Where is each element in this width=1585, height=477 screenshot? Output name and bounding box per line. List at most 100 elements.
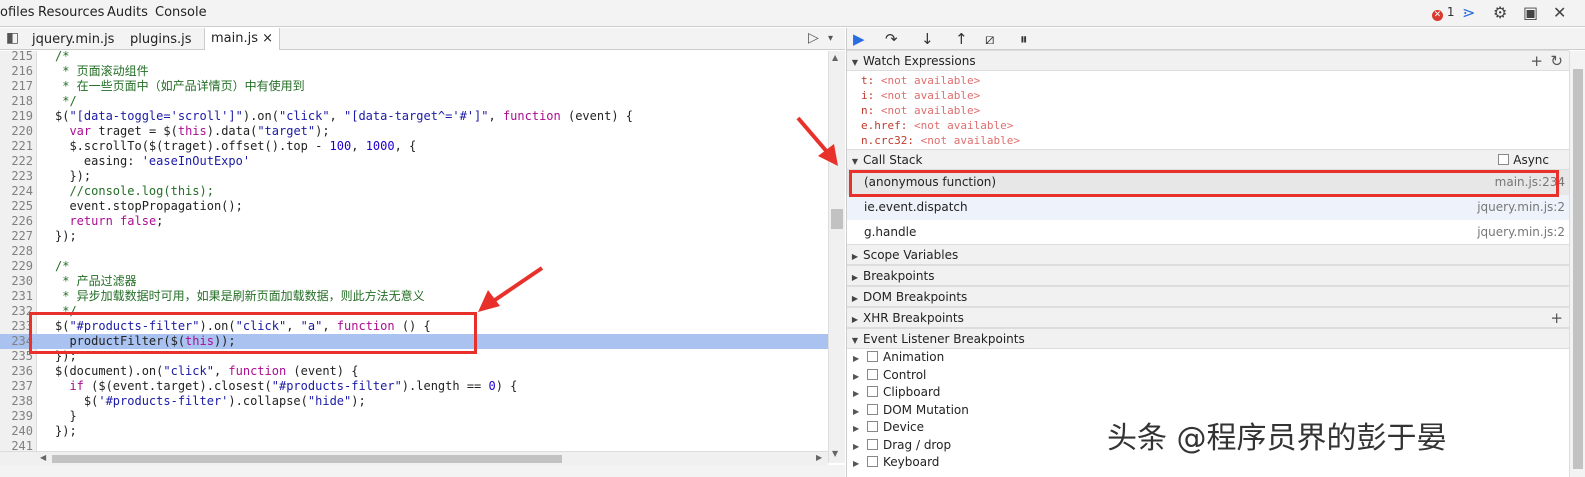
- scroll-right-icon[interactable]: ▶: [816, 453, 822, 462]
- event-listener-category[interactable]: ▶ Keyboard: [853, 454, 939, 471]
- line-number[interactable]: 228: [0, 244, 33, 259]
- code-line[interactable]: 237 if ($(event.target).closest("#produc…: [0, 379, 828, 394]
- code-line[interactable]: 222 easing: 'easeInOutExpo': [0, 154, 828, 169]
- code-line[interactable]: 240});: [0, 424, 828, 439]
- collapsed-triangle-icon[interactable]: ▶: [853, 385, 863, 402]
- line-number[interactable]: 221: [0, 139, 33, 154]
- toggle-navigator-icon[interactable]: ◧: [6, 30, 19, 46]
- menu-console[interactable]: Console: [155, 5, 207, 20]
- sidebar-scroll-thumb[interactable]: [1573, 69, 1583, 469]
- line-number[interactable]: 223: [0, 169, 33, 184]
- event-listener-category[interactable]: ▶ Clipboard: [853, 384, 940, 401]
- line-number[interactable]: 238: [0, 394, 33, 409]
- line-number[interactable]: 216: [0, 64, 33, 79]
- category-checkbox[interactable]: [867, 438, 878, 450]
- code-line[interactable]: 231 * 异步加载数据时可用，如果是刷新页面加载数据，则此方法无意义: [0, 289, 828, 304]
- scroll-left-icon[interactable]: ◀: [40, 453, 46, 462]
- tab-plugins-js[interactable]: plugins.js: [130, 32, 192, 47]
- event-listener-category[interactable]: ▶ DOM Mutation: [853, 402, 969, 419]
- async-checkbox[interactable]: [1498, 154, 1510, 165]
- tab-overflow-icon[interactable]: ▾: [828, 33, 833, 44]
- tab-main-js[interactable]: main.js ×: [204, 28, 281, 50]
- event-listener-category[interactable]: ▶ Device: [853, 419, 924, 436]
- pause-on-exceptions-icon[interactable]: ⏸: [1020, 30, 1028, 48]
- scroll-thumb[interactable]: [831, 209, 843, 229]
- call-frame[interactable]: ie.event.dispatch jquery.min.js:2: [847, 195, 1569, 220]
- toggle-debugger-icon[interactable]: ▷: [808, 30, 819, 46]
- watch-item[interactable]: i: <not available>: [861, 88, 980, 103]
- refresh-icon[interactable]: ↻: [1550, 51, 1563, 71]
- code-line[interactable]: 230 * 产品过滤器: [0, 274, 828, 289]
- line-number[interactable]: 226: [0, 214, 33, 229]
- code-line[interactable]: 226 return false;: [0, 214, 828, 229]
- editor-horizontal-scrollbar[interactable]: ◀ ▶: [0, 451, 828, 465]
- collapsed-triangle-icon[interactable]: ▶: [853, 455, 863, 472]
- line-number[interactable]: 217: [0, 79, 33, 94]
- collapsed-triangle-icon[interactable]: ▶: [853, 420, 863, 437]
- line-number[interactable]: 215: [0, 51, 33, 64]
- line-number[interactable]: 236: [0, 364, 33, 379]
- line-number[interactable]: 218: [0, 94, 33, 109]
- collapsed-triangle-icon[interactable]: ▶: [853, 438, 863, 455]
- line-number[interactable]: 239: [0, 409, 33, 424]
- async-toggle[interactable]: Async: [1498, 150, 1549, 170]
- step-out-icon[interactable]: ↑: [955, 30, 968, 48]
- code-line[interactable]: 225 event.stopPropagation();: [0, 199, 828, 214]
- code-line[interactable]: 223 });: [0, 169, 828, 184]
- event-listener-breakpointsheader[interactable]: ▼ Event Listener Breakpoints: [847, 328, 1569, 349]
- sidebar-scrollbar[interactable]: [1569, 51, 1585, 477]
- category-checkbox[interactable]: [867, 351, 878, 362]
- event-listener-category[interactable]: ▶ Drag / drop: [853, 437, 951, 454]
- code-line[interactable]: 221 $.scrollTo($(traget).offset().top - …: [0, 139, 828, 154]
- line-number[interactable]: 222: [0, 154, 33, 169]
- code-line[interactable]: 219 $("[data-toggle='scroll']").on("click…: [0, 109, 828, 124]
- breakpointsheader[interactable]: ▶ Breakpoints: [847, 265, 1569, 286]
- xhr-breakpointsheader[interactable]: ▶ XHR Breakpoints +: [847, 307, 1569, 328]
- code-line[interactable]: 217 * 在一些页面中（如产品详情页）中有使用到: [0, 79, 828, 94]
- watch-item[interactable]: n: <not available>: [861, 103, 980, 118]
- code-line[interactable]: 229 /*: [0, 259, 828, 274]
- gear-icon[interactable]: ⚙: [1493, 3, 1507, 22]
- deactivate-breakpoints-icon[interactable]: ⧄: [985, 30, 995, 48]
- category-checkbox[interactable]: [867, 368, 878, 380]
- watch-item[interactable]: e.href: <not available>: [861, 118, 1013, 133]
- line-number[interactable]: 220: [0, 124, 33, 139]
- line-number[interactable]: 229: [0, 259, 33, 274]
- line-number[interactable]: 227: [0, 229, 33, 244]
- dom-breakpointsheader[interactable]: ▶ DOM Breakpoints: [847, 286, 1569, 307]
- tab-jquery-min-js[interactable]: jquery.min.js: [32, 32, 114, 47]
- step-over-icon[interactable]: ↷: [885, 30, 898, 48]
- add-xhr-breakpoint-icon[interactable]: +: [1550, 308, 1563, 328]
- line-number[interactable]: 240: [0, 424, 33, 439]
- code-line[interactable]: 216 * 页面滚动组件: [0, 64, 828, 79]
- scope-variablesheader[interactable]: ▶ Scope Variables: [847, 244, 1569, 265]
- code-line[interactable]: 218 */: [0, 94, 828, 109]
- event-listener-category[interactable]: ▶ Control: [853, 367, 926, 384]
- add-watch-icon[interactable]: +: [1530, 51, 1543, 71]
- category-checkbox[interactable]: [867, 456, 878, 467]
- scroll-up-icon[interactable]: ▲: [832, 53, 838, 62]
- menu-profiles[interactable]: ofiles: [0, 5, 35, 20]
- watch-expressions-header[interactable]: ▼ Watch Expressions + ↻: [847, 50, 1569, 71]
- line-number[interactable]: 231: [0, 289, 33, 304]
- watch-item[interactable]: n.crc32: <not available>: [861, 133, 1020, 148]
- line-number[interactable]: 224: [0, 184, 33, 199]
- code-line[interactable]: 227});: [0, 229, 828, 244]
- line-number[interactable]: 225: [0, 199, 33, 214]
- collapsed-triangle-icon[interactable]: ▶: [853, 403, 863, 420]
- code-line[interactable]: 228: [0, 244, 828, 259]
- menu-audits[interactable]: Audits: [107, 5, 148, 20]
- menu-resources[interactable]: Resources: [38, 5, 104, 20]
- error-counter[interactable]: ✕ 1: [1432, 5, 1454, 21]
- frame-location-link[interactable]: jquery.min.js:2: [1477, 220, 1565, 245]
- line-number[interactable]: 230: [0, 274, 33, 289]
- editor-vertical-scrollbar[interactable]: ▲ ▼: [828, 51, 845, 463]
- category-checkbox[interactable]: [867, 421, 878, 432]
- code-line[interactable]: 236 $(document).on("click", function (eve…: [0, 364, 828, 379]
- tab-close-icon[interactable]: ×: [262, 31, 273, 46]
- collapsed-triangle-icon[interactable]: ▶: [853, 350, 863, 367]
- code-line[interactable]: 239 }: [0, 409, 828, 424]
- scroll-down-icon[interactable]: ▼: [832, 449, 838, 458]
- category-checkbox[interactable]: [867, 386, 878, 397]
- code-line[interactable]: 224 //console.log(this);: [0, 184, 828, 199]
